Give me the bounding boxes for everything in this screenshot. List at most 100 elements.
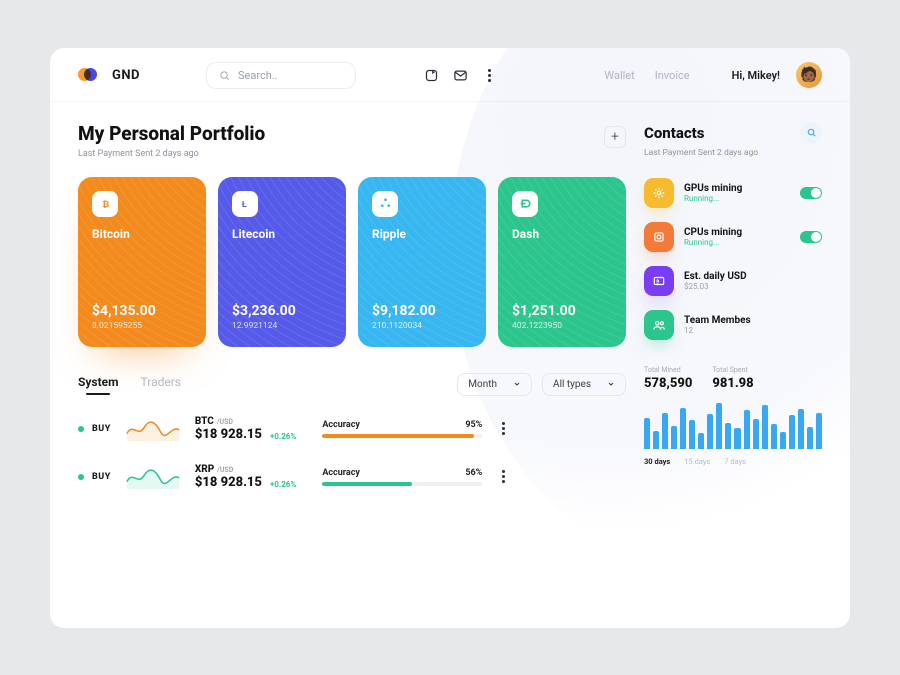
chevron-down-icon <box>607 380 615 388</box>
coin-value: $1,251.00 <box>512 303 612 319</box>
search-icon <box>219 70 230 81</box>
stat-label: Total Mined <box>644 366 692 374</box>
pair-symbol: XRP/USD <box>195 464 262 475</box>
pair-change: +0.26% <box>270 480 296 489</box>
chevron-down-icon <box>513 380 521 388</box>
coin-value: $4,135.00 <box>92 303 192 319</box>
pair-price: $18 928.15 <box>195 427 262 442</box>
asset-card-dash[interactable]: Dash $1,251.00 402.1223950 <box>498 177 626 347</box>
period-value: Month <box>468 379 497 390</box>
coin-name: Dash <box>512 227 612 241</box>
stat-value: 578,590 <box>644 376 692 391</box>
accuracy-meter: Accuracy95% <box>322 420 482 438</box>
period-select[interactable]: Month <box>457 373 532 396</box>
brand-name: GND <box>112 68 140 83</box>
bar <box>734 428 740 448</box>
contact-row[interactable]: $ Est. daily USD $25.03 <box>644 266 822 296</box>
contacts-subtitle: Last Payment Sent 2 days ago <box>644 148 822 158</box>
type-value: All types <box>553 379 591 390</box>
page-subtitle: Last Payment Sent 2 days ago <box>78 149 265 159</box>
tabs: System Traders <box>78 375 181 393</box>
bar <box>725 423 731 449</box>
action-badge: BUY <box>78 472 111 482</box>
range-option[interactable]: 7 days <box>724 457 746 466</box>
logo-icon <box>78 66 96 84</box>
bar <box>716 403 722 449</box>
svg-text:$: $ <box>656 278 659 285</box>
bar <box>771 424 777 449</box>
bar <box>816 413 822 449</box>
bar <box>744 410 750 448</box>
coin-icon: ₿ <box>92 191 118 217</box>
bar <box>671 426 677 449</box>
coin-quantity: 3.021595255 <box>92 321 192 331</box>
contact-title: Est. daily USD <box>684 271 747 282</box>
asset-cards: ₿ Bitcoin $4,135.00 3.021595255 Ł Liteco… <box>78 177 626 347</box>
range-option[interactable]: 15 days <box>684 457 710 466</box>
note-icon[interactable] <box>424 68 439 83</box>
contact-title: CPUs mining <box>684 227 742 238</box>
add-button[interactable]: + <box>604 126 626 148</box>
coin-icon <box>372 191 398 217</box>
bar <box>653 431 659 449</box>
asset-card-bitcoin[interactable]: ₿ Bitcoin $4,135.00 3.021595255 <box>78 177 206 347</box>
tab-system[interactable]: System <box>78 375 119 393</box>
app-window: GND Search.. Wallet Invoice Hi, Mikey! 🧑… <box>50 48 850 628</box>
bar <box>698 433 704 448</box>
stat-label: Total Spent <box>712 366 753 374</box>
row-menu-icon[interactable] <box>496 470 510 483</box>
contact-title: Team Membes <box>684 315 751 326</box>
pair-change: +0.26% <box>270 432 296 441</box>
coin-value: $9,182.00 <box>372 303 472 319</box>
toggle-switch[interactable] <box>800 231 822 243</box>
search-icon <box>806 127 817 138</box>
bar <box>662 413 668 449</box>
more-icon[interactable] <box>482 68 497 83</box>
asset-card-ripple[interactable]: Ripple $9,182.00 210.1120034 <box>358 177 486 347</box>
contacts-search-button[interactable] <box>800 122 822 144</box>
stat-value: 981.98 <box>712 376 753 391</box>
tab-traders[interactable]: Traders <box>141 375 181 393</box>
toggle-switch[interactable] <box>800 187 822 199</box>
type-select[interactable]: All types <box>542 373 626 396</box>
avatar[interactable]: 🧑🏾 <box>796 62 822 88</box>
row-menu-icon[interactable] <box>496 422 510 435</box>
sparkline-icon <box>125 464 181 490</box>
contact-icon: $ <box>644 266 674 296</box>
bar <box>689 420 695 448</box>
coin-quantity: 12.9921124 <box>232 321 332 331</box>
trade-rows: BUY BTC/USD $18 928.15 +0.26% Accuracy95… <box>78 416 626 490</box>
contacts-title: Contacts <box>644 124 704 142</box>
top-nav: Wallet Invoice <box>604 69 689 82</box>
search-placeholder: Search.. <box>238 69 278 82</box>
main-content: My Personal Portfolio Last Payment Sent … <box>78 122 626 628</box>
stat: Total Spent 981.98 <box>712 366 753 391</box>
action-badge: BUY <box>78 424 111 434</box>
contact-row[interactable]: Team Membes 12 <box>644 310 822 340</box>
range-option[interactable]: 30 days <box>644 457 670 466</box>
contact-icon <box>644 178 674 208</box>
bar <box>644 418 650 449</box>
contact-title: GPUs mining <box>684 183 742 194</box>
inbox-icon[interactable] <box>453 68 468 83</box>
bar <box>789 415 795 449</box>
bar <box>680 408 686 449</box>
contact-sub: 12 <box>684 326 751 335</box>
coin-icon <box>512 191 538 217</box>
contact-row[interactable]: GPUs mining Running... <box>644 178 822 208</box>
greeting: Hi, Mikey! <box>732 69 780 82</box>
header: GND Search.. Wallet Invoice Hi, Mikey! 🧑… <box>50 48 850 102</box>
svg-text:Ł: Ł <box>241 200 246 210</box>
coin-name: Bitcoin <box>92 227 192 241</box>
accuracy-meter: Accuracy56% <box>322 468 482 486</box>
page-title: My Personal Portfolio <box>78 122 265 145</box>
asset-card-litecoin[interactable]: Ł Litecoin $3,236.00 12.9921124 <box>218 177 346 347</box>
nav-wallet[interactable]: Wallet <box>604 69 634 82</box>
pair-price: $18 928.15 <box>195 475 262 490</box>
contact-row[interactable]: CPUs mining Running... <box>644 222 822 252</box>
contact-sub: Running... <box>684 194 742 203</box>
search-input[interactable]: Search.. <box>206 62 356 89</box>
bar <box>753 419 759 449</box>
nav-invoice[interactable]: Invoice <box>655 69 690 82</box>
contact-icon <box>644 222 674 252</box>
